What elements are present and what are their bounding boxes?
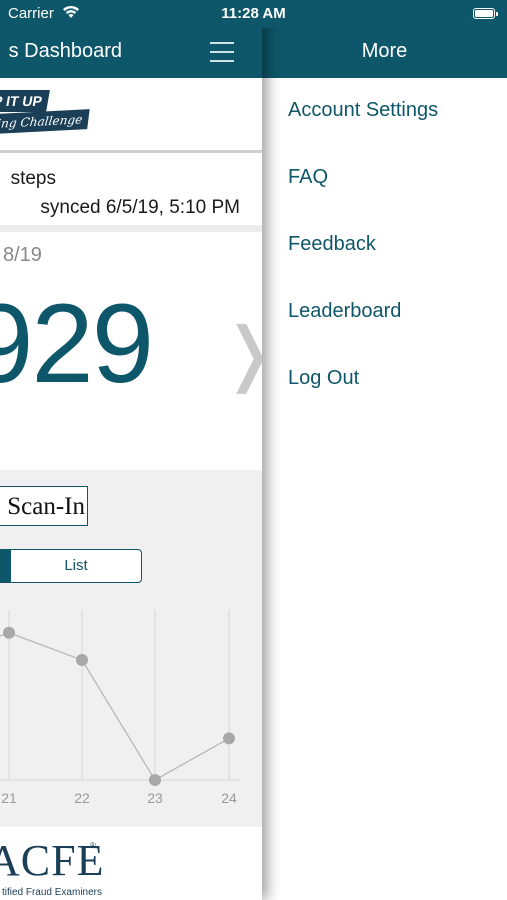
menu-item-log-out[interactable]: Log Out — [288, 367, 359, 390]
synced-label: synced 6/5/19, 5:10 PM — [40, 197, 240, 218]
acfe-logo-area: ACFE ® tified Fraud Examiners — [0, 827, 262, 900]
activity-section: Scan-In List 21 22 23 24 — [0, 470, 262, 827]
page-title: s Dashboard — [8, 40, 122, 62]
menu-item-faq[interactable]: FAQ — [288, 166, 328, 189]
status-bar: Carrier 11:28 AM — [0, 0, 507, 28]
drawer-title: More — [361, 40, 408, 62]
view-segmented-control: List — [0, 549, 142, 583]
chevron-right-icon[interactable]: ❭ — [220, 318, 262, 388]
challenge-logo-area: EP IT UP king Challenge — [0, 78, 262, 150]
acfe-subtitle: tified Fraud Examiners — [1, 887, 102, 898]
steps-line-chart: 21 22 23 24 — [0, 610, 240, 806]
data-point — [3, 626, 15, 639]
steps-label: steps — [10, 168, 56, 189]
data-point — [149, 774, 161, 786]
series-line — [0, 632, 230, 781]
dashboard-nav-bar: s Dashboard — [0, 28, 262, 78]
date-label: 8/19 — [3, 244, 42, 266]
scan-in-button[interactable]: Scan-In — [0, 486, 88, 526]
dashboard-panel: s Dashboard EP IT UP king Challenge step… — [0, 0, 262, 900]
drawer-header: More — [262, 28, 507, 78]
daily-steps-card: 8/19 929 ❭ — [0, 232, 262, 470]
segment-list[interactable]: List — [11, 550, 141, 582]
more-drawer: More Account Settings FAQ Feedback Leade… — [262, 0, 507, 900]
steps-info: steps synced 6/5/19, 5:10 PM — [0, 153, 262, 225]
menu-item-feedback[interactable]: Feedback — [288, 233, 376, 256]
clock: 11:28 AM — [221, 5, 286, 22]
hamburger-menu-icon[interactable] — [210, 42, 234, 62]
acfe-logo: ACFE — [0, 836, 105, 885]
battery-icon — [473, 8, 498, 19]
logo-line1: EP IT UP — [0, 90, 50, 112]
menu-item-account-settings[interactable]: Account Settings — [288, 99, 438, 122]
step-count: 929 — [0, 281, 154, 406]
scan-in-label: Scan-In — [7, 493, 85, 520]
x-tick-label: 21 — [1, 790, 17, 806]
data-point — [76, 654, 88, 666]
data-point — [223, 732, 235, 745]
logo-line2: king Challenge — [0, 109, 90, 135]
segment-chart[interactable] — [0, 550, 11, 582]
trademark-mark: ® — [90, 841, 96, 850]
divider — [0, 225, 262, 232]
menu-item-leaderboard[interactable]: Leaderboard — [288, 300, 401, 323]
keep-it-up-logo: EP IT UP king Challenge — [0, 90, 90, 136]
x-tick-label: 22 — [74, 790, 90, 806]
x-tick-label: 23 — [147, 790, 163, 806]
x-tick-label: 24 — [221, 790, 237, 806]
